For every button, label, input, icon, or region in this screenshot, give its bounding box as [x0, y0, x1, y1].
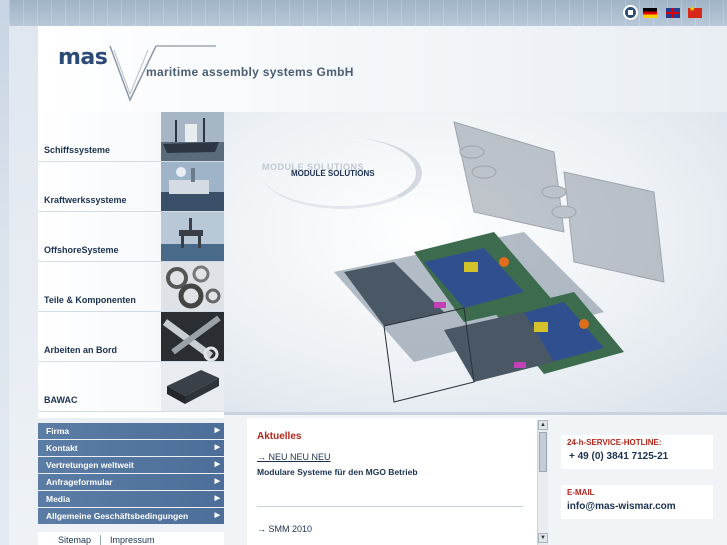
chevron-right-icon: ▶	[214, 427, 220, 434]
menu-item-anfrageformular[interactable]: Anfrageformular ▶	[38, 474, 224, 490]
power-plant-image	[161, 162, 224, 211]
email-label: E-MAIL	[567, 488, 595, 497]
top-bar-pattern	[9, 0, 727, 26]
email-address[interactable]: info@mas-wismar.com	[567, 501, 676, 512]
sitemap-link[interactable]: Sitemap	[58, 535, 91, 545]
arrow-right-icon: →	[257, 524, 266, 534]
news-divider	[257, 506, 523, 507]
ship-image	[161, 112, 224, 161]
chinese-flag-icon[interactable]	[688, 5, 702, 18]
tile-arbeiten-an-bord[interactable]: Arbeiten an Bord	[38, 312, 224, 362]
tile-label: Arbeiten an Bord	[44, 345, 118, 355]
english-flag-icon[interactable]	[666, 8, 680, 18]
tile-label: BAWAC	[44, 395, 78, 405]
menu-item-label: Vertretungen weltweit	[46, 460, 134, 470]
tile-kraftwerkssysteme[interactable]: Kraftwerkssysteme	[38, 162, 224, 212]
bawac-unit-image	[161, 362, 224, 411]
tile-teile-komponenten[interactable]: Teile & Komponenten	[38, 262, 224, 312]
news-item-link[interactable]: → SMM 2010	[257, 524, 312, 534]
menu-item-label: Media	[46, 494, 71, 504]
email-box: E-MAIL info@mas-wismar.com	[561, 485, 713, 519]
logo-wordmark[interactable]: mas	[58, 45, 108, 70]
menu-item-label: Anfrageformular	[46, 477, 113, 487]
german-flag-icon[interactable]	[643, 8, 657, 18]
news-section: Aktuelles → NEU NEU NEU Modulare Systeme…	[224, 412, 727, 545]
chevron-right-icon: ▶	[214, 512, 220, 519]
tile-label: Schiffssysteme	[44, 145, 111, 155]
menu-item-kontakt[interactable]: Kontakt ▶	[38, 440, 224, 456]
footer-divider	[100, 535, 101, 545]
footer-links: Sitemap Impressum	[38, 532, 224, 545]
menu-item-label: Kontakt	[46, 443, 78, 453]
news-item-label: NEU NEU NEU	[268, 452, 331, 462]
tile-offshoresysteme[interactable]: OffshoreSysteme	[38, 212, 224, 262]
chevron-right-icon: ▶	[214, 444, 220, 451]
scroll-down-icon[interactable]: ▼	[538, 533, 548, 543]
menu-item-media[interactable]: Media ▶	[38, 491, 224, 507]
offshore-rig-image	[161, 212, 224, 261]
header: mas maritime assembly systems GmbH	[38, 26, 727, 112]
scroll-thumb[interactable]	[539, 432, 547, 472]
chevron-right-icon: ▶	[214, 461, 220, 468]
menu-item-label: Allgemeine Geschäftsbedingungen	[46, 511, 189, 521]
tile-label: Kraftwerkssysteme	[44, 195, 127, 205]
hotline-label: 24-h-SERVICE-HOTLINE:	[567, 438, 662, 447]
tile-bawac[interactable]: BAWAC	[38, 362, 224, 412]
home-icon[interactable]	[623, 5, 638, 20]
news-title: Aktuelles	[257, 431, 302, 442]
impressum-link[interactable]: Impressum	[110, 535, 155, 545]
scroll-up-icon[interactable]: ▲	[538, 420, 548, 430]
arrow-right-icon: →	[257, 452, 266, 462]
engine-module-rendering	[334, 121, 665, 403]
company-name: maritime assembly systems GmbH	[146, 65, 354, 79]
tile-schiffssysteme[interactable]: Schiffssysteme	[38, 112, 224, 162]
wrench-image	[161, 312, 224, 361]
tile-label: Teile & Komponenten	[44, 295, 136, 305]
news-item-link[interactable]: → NEU NEU NEU	[257, 452, 331, 462]
news-item-label: SMM 2010	[268, 524, 313, 534]
menu-item-vertretungen[interactable]: Vertretungen weltweit ▶	[38, 457, 224, 473]
chevron-right-icon: ▶	[214, 478, 220, 485]
menu-item-firma[interactable]: Firma ▶	[38, 423, 224, 439]
page: 🔍 mas maritime assembly systems GmbH Sch…	[9, 0, 727, 545]
hotline-number[interactable]: + 49 (0) 3841 7125-21	[569, 451, 668, 462]
news-scrollbar[interactable]: ▲ ▼	[537, 420, 548, 545]
service-hotline-box: 24-h-SERVICE-HOTLINE: + 49 (0) 3841 7125…	[561, 435, 713, 469]
menu-item-label: Firma	[46, 426, 70, 436]
category-tiles: Schiffssysteme Kraftwerkssysteme Offshor…	[38, 112, 224, 418]
components-image	[161, 262, 224, 311]
menu-item-agb[interactable]: Allgemeine Geschäftsbedingungen ▶	[38, 508, 224, 524]
news-item-text: Modulare Systeme für den MGO Betrieb	[257, 467, 418, 477]
main-menu: Firma ▶ Kontakt ▶ Vertretungen weltweit ▶ A…	[38, 423, 224, 525]
tile-label: OffshoreSysteme	[44, 245, 119, 255]
hero-banner: MODULE SOLUTIONS MODULE SOLUTIONS	[224, 112, 727, 412]
chevron-right-icon: ▶	[214, 495, 220, 502]
top-bar	[9, 0, 727, 26]
